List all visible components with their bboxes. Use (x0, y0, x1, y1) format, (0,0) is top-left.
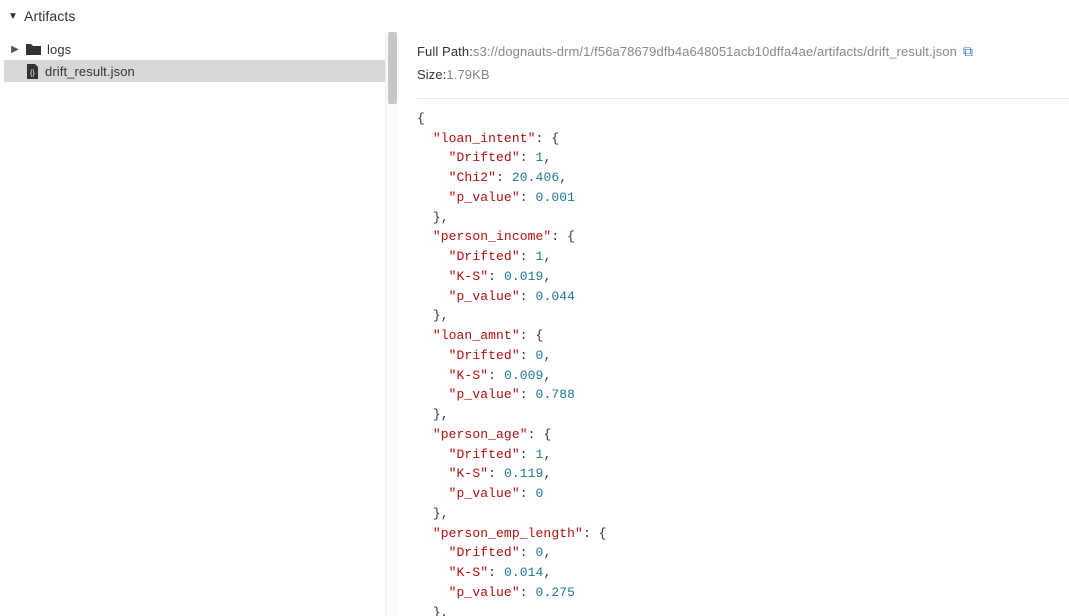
artifacts-header[interactable]: ▼ Artifacts (0, 0, 1069, 32)
size-value: 1.79KB (446, 64, 489, 86)
artifacts-title: Artifacts (24, 8, 75, 24)
chevron-right-icon[interactable]: ▶ (10, 44, 20, 55)
meta-full-path: Full Path: s3://dognauts-drm/1/f56a78679… (417, 40, 1069, 64)
folder-icon (26, 43, 41, 56)
tree-folder-logs[interactable]: ▶ logs (4, 38, 399, 60)
copy-icon[interactable]: ⧉ (963, 40, 973, 64)
tree-item-label: drift_result.json (45, 64, 135, 79)
full-path-label: Full Path: (417, 41, 473, 63)
scrollbar-thumb[interactable] (388, 32, 397, 104)
main-layout: ▶ logs {} drift_result.json Full Path: s… (0, 32, 1069, 616)
tree-item-label: logs (47, 42, 71, 57)
meta-size: Size: 1.79KB (417, 64, 1069, 86)
json-viewer: { "loan_intent": { "Drifted": 1, "Chi2":… (417, 99, 1069, 616)
svg-text:{}: {} (30, 70, 35, 77)
tree-file-drift-result[interactable]: {} drift_result.json (4, 60, 399, 82)
sidebar-scrollbar[interactable] (385, 32, 399, 616)
artifact-tree: ▶ logs {} drift_result.json (0, 32, 399, 616)
size-label: Size: (417, 64, 446, 86)
file-json-icon: {} (26, 64, 39, 79)
full-path-value: s3://dognauts-drm/1/f56a78679dfb4a648051… (473, 41, 957, 63)
artifacts-caret-icon: ▼ (8, 11, 18, 22)
artifact-content: Full Path: s3://dognauts-drm/1/f56a78679… (399, 32, 1069, 616)
artifact-meta: Full Path: s3://dognauts-drm/1/f56a78679… (417, 36, 1069, 99)
